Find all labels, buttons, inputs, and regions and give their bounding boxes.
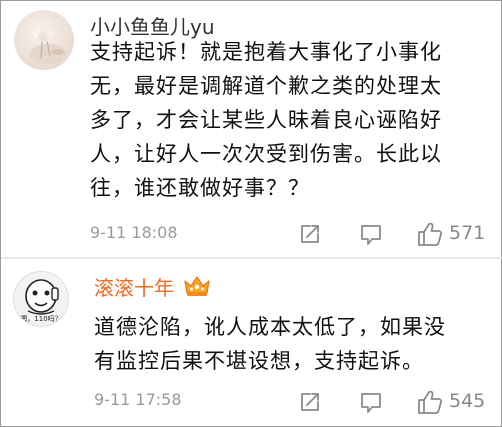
- like-count: 545: [449, 390, 486, 412]
- comment-item: 小小鱼鱼儿yu 支持起诉！就是抱着大事化了小事化 无，最好是调解道个歉之类的处理…: [1, 1, 502, 257]
- comment-text: 道德沦陷，讹人成本太低了，如果没 有监控后果不堪设想，支持起诉。: [94, 310, 489, 378]
- vip-crown-badge-icon: [184, 275, 210, 297]
- like-count: 571: [449, 222, 486, 244]
- comment-text-line: 无，最好是调解道个歉之类的处理太: [90, 74, 442, 98]
- comment-item: 嗯，110吗？ 滚滚十年 道德沦陷，讹人成本太低了，如果没 有监控后果不堪设想，…: [1, 259, 502, 427]
- comment-icon[interactable]: [359, 223, 383, 247]
- comment-text: 支持起诉！就是抱着大事化了小事化 无，最好是调解道个歉之类的处理太 多了，才会让…: [90, 35, 490, 205]
- comment-list: 小小鱼鱼儿yu 支持起诉！就是抱着大事化了小事化 无，最好是调解道个歉之类的处理…: [0, 0, 502, 427]
- share-icon[interactable]: [299, 391, 321, 413]
- comment-text-line: 多了，才会让某些人昧着良心诬陷好: [90, 108, 442, 132]
- like-icon[interactable]: [417, 221, 443, 247]
- comment-text-line: 人，让好人一次次受到伤害。长此以: [90, 142, 442, 166]
- comment-timestamp: 9-11 17:58: [94, 390, 182, 409]
- comment-text-line: 往，谁还敢做好事？？: [90, 176, 310, 200]
- avatar-caption: 嗯，110吗？: [20, 315, 61, 323]
- comment-timestamp: 9-11 18:08: [90, 223, 178, 242]
- comment-text-line: 支持起诉！就是抱着大事化了小事化: [90, 40, 442, 64]
- avatar[interactable]: [14, 10, 74, 70]
- like-icon[interactable]: [417, 389, 443, 415]
- avatar[interactable]: 嗯，110吗？: [13, 271, 69, 327]
- comment-text-line: 有监控后果不堪设想，支持起诉。: [94, 349, 424, 373]
- comment-text-line: 道德沦陷，讹人成本太低了，如果没: [94, 315, 446, 339]
- comment-icon[interactable]: [359, 391, 383, 415]
- username[interactable]: 滚滚十年: [94, 276, 174, 300]
- share-icon[interactable]: [299, 223, 321, 245]
